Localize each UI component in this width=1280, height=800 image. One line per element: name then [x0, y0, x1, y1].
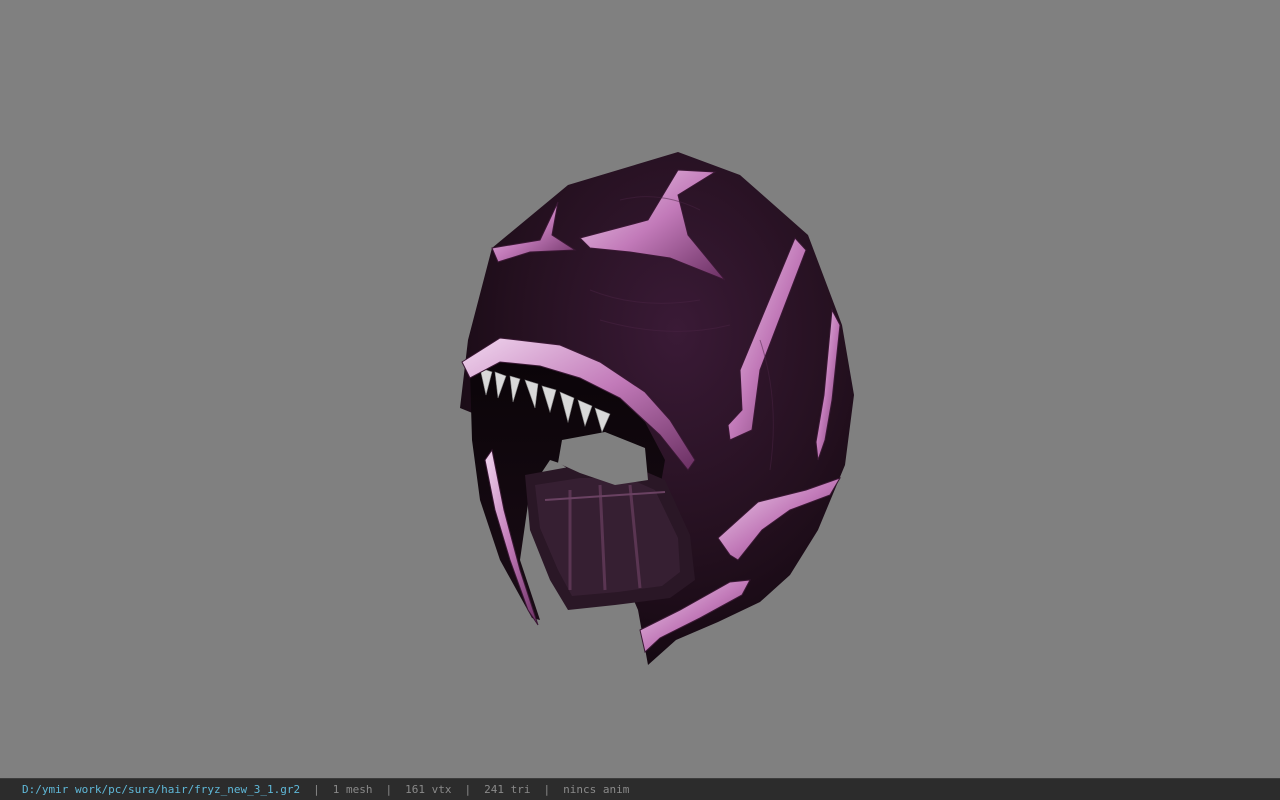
- helmet-model: [460, 152, 854, 665]
- animation-status: nincs anim: [563, 783, 630, 796]
- file-path: D:/ymir work/pc/sura/hair/fryz_new_3_1.g…: [22, 783, 301, 796]
- 3d-viewport[interactable]: [0, 0, 1280, 778]
- vertex-count: 161 vtx: [405, 783, 452, 796]
- separator: |: [313, 783, 320, 796]
- separator: |: [464, 783, 472, 796]
- separator: |: [385, 783, 393, 796]
- separator: |: [543, 783, 551, 796]
- status-bar: D:/ymir work/pc/sura/hair/fryz_new_3_1.g…: [0, 778, 1280, 800]
- triangle-count: 241 tri: [484, 783, 531, 796]
- mesh-count: 1 mesh: [332, 783, 373, 796]
